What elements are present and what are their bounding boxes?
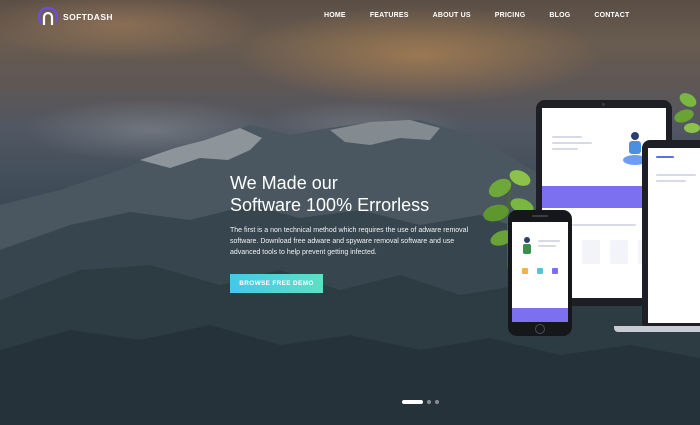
- screen-icon-row: [522, 268, 558, 274]
- screen-text-line: [552, 136, 582, 138]
- hero-headline: We Made our Software 100% Errorless: [230, 172, 490, 216]
- laptop-base: [614, 326, 700, 332]
- screen-text-line: [552, 142, 592, 144]
- plant-right-image: [674, 93, 700, 133]
- screen-text-line: [656, 180, 686, 182]
- slider-dot-1[interactable]: [402, 400, 423, 404]
- laptop-mockup: [642, 140, 700, 330]
- nav-item-about-us[interactable]: ABOUT US: [433, 12, 471, 19]
- person-illustration-icon: [523, 237, 531, 254]
- slider-dot-3[interactable]: [435, 400, 439, 404]
- slider-pagination: [402, 400, 439, 404]
- screen-text-line: [656, 156, 674, 158]
- hero-description: The first is a non technical method whic…: [230, 227, 469, 256]
- screen-card: [582, 240, 600, 264]
- screen-tile: [552, 268, 558, 274]
- nav-item-home[interactable]: HOME: [324, 12, 346, 19]
- phone-mockup: [508, 210, 572, 336]
- browse-demo-button[interactable]: BROWSE FREE DEMO: [230, 274, 323, 293]
- hero-headline-line1: We Made our: [230, 173, 338, 193]
- screen-tile: [522, 268, 528, 274]
- screen-text-line: [538, 245, 556, 247]
- screen-card: [610, 240, 628, 264]
- phone-speaker: [532, 215, 548, 217]
- nav-item-blog[interactable]: BLOG: [549, 12, 570, 19]
- hero-section: SOFTDASH HOME FEATURES ABOUT US PRICING …: [0, 0, 700, 425]
- nav-item-pricing[interactable]: PRICING: [495, 12, 526, 19]
- brand-name: SOFTDASH: [63, 12, 113, 22]
- screen-tile: [537, 268, 543, 274]
- tablet-camera: [602, 103, 605, 106]
- screen-text-line: [552, 148, 578, 150]
- arch-logo-icon: [38, 7, 58, 27]
- laptop-screen: [648, 148, 700, 323]
- device-mockups: [478, 88, 700, 348]
- slider-dot-2[interactable]: [427, 400, 431, 404]
- screen-text-line: [656, 174, 696, 176]
- phone-screen: [512, 222, 568, 322]
- nav-menu: HOME FEATURES ABOUT US PRICING BLOG CONT…: [324, 12, 630, 19]
- screen-text-line: [572, 224, 636, 226]
- brand[interactable]: SOFTDASH: [38, 7, 113, 27]
- nav-item-features[interactable]: FEATURES: [370, 12, 409, 19]
- top-navbar: SOFTDASH HOME FEATURES ABOUT US PRICING …: [0, 0, 700, 34]
- nav-item-contact[interactable]: CONTACT: [594, 12, 629, 19]
- phone-home-button: [535, 324, 545, 334]
- screen-feature-band: [512, 308, 568, 322]
- screen-text-line: [538, 240, 560, 242]
- hero-headline-line2: Software 100% Errorless: [230, 195, 430, 215]
